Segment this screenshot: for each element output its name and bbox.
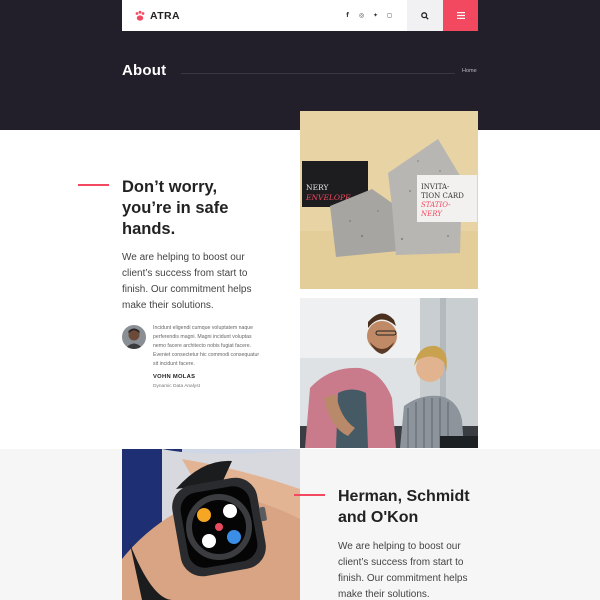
section1-paragraph-line: client’s success from start to <box>122 268 248 279</box>
author-name: VOHN MOLAS <box>153 374 196 380</box>
search-icon <box>421 11 429 20</box>
testimonial-quote: Incidunt eligendi cumque voluptatem naqu… <box>153 324 265 369</box>
facebook-icon[interactable]: f <box>344 12 351 19</box>
section2-heading-line: and O'Kon <box>338 509 419 526</box>
team-photo-image <box>300 298 478 448</box>
title-divider <box>181 73 455 74</box>
page-title: About <box>122 62 167 79</box>
menu-button[interactable] <box>443 0 478 31</box>
instagram-alt-icon[interactable]: ◻ <box>386 12 393 19</box>
section1-paragraph: We are helping to boost our client’s suc… <box>122 250 252 314</box>
section1-paragraph-line: make their solutions. <box>122 300 214 311</box>
section2-paragraph-line: We are helping to boost our <box>338 541 461 552</box>
avatar <box>122 325 146 349</box>
card-left-line: NERY <box>306 183 329 192</box>
social-links: f ◎ ✦ ◻ <box>344 0 393 31</box>
quote-line: Incidunt eligendi cumque voluptatem naqu… <box>153 325 254 331</box>
section2-paragraph-line: make their solutions. <box>338 589 430 600</box>
section1-paragraph-line: We are helping to boost our <box>122 252 245 263</box>
quote-line: Eveniet consectetur hic commodi consequa… <box>153 352 260 358</box>
section2-heading: Herman, Schmidt and O'Kon <box>338 486 470 528</box>
section1-heading-line: you’re in safe <box>122 199 229 217</box>
section2-accent-line <box>294 494 325 496</box>
quote-line: perferendis magni. Magni incidunt volupt… <box>153 334 252 340</box>
smartwatch-image <box>122 449 300 600</box>
section2-paragraph: We are helping to boost our client’s suc… <box>338 539 468 600</box>
section1-heading-line: Don’t worry, <box>122 178 218 196</box>
section1-paragraph-line: finish. Our commitment helps <box>122 284 252 295</box>
card-right-line: NERY <box>420 210 443 218</box>
instagram-icon[interactable]: ◎ <box>358 12 365 19</box>
quote-line: sit incidunt facere. <box>153 361 195 367</box>
section2-paragraph-line: finish. Our commitment helps <box>338 573 468 584</box>
section2-heading-line: Herman, Schmidt <box>338 488 470 505</box>
stationery-image: NERY ENVELOPE INVITA- TION CARD STATIO- … <box>300 111 478 289</box>
quote-line: nemo facere architecto nobis fugiat face… <box>153 343 252 349</box>
card-right-line: TION CARD <box>421 192 464 200</box>
breadcrumb-home[interactable]: Home <box>462 68 477 74</box>
section1-heading: Don’t worry, you’re in safe hands. <box>122 177 228 240</box>
paw-icon <box>135 10 145 21</box>
section2-paragraph-line: client’s success from start to <box>338 557 464 568</box>
logo-text: ATRA <box>150 9 180 22</box>
section1-heading-line: hands. <box>122 220 176 238</box>
hamburger-icon <box>456 12 465 19</box>
card-right-line: STATIO- <box>421 201 451 209</box>
section1-accent-line <box>78 184 109 186</box>
logo[interactable]: ATRA <box>134 10 180 22</box>
navbar: ATRA f ◎ ✦ ◻ <box>122 0 478 31</box>
gray-section-band <box>0 449 600 600</box>
twitter-icon[interactable]: ✦ <box>372 12 379 19</box>
search-button[interactable] <box>407 0 443 31</box>
author-role: Dynamic Data Analyst <box>153 384 200 389</box>
card-right-line: INVITA- <box>421 183 450 191</box>
